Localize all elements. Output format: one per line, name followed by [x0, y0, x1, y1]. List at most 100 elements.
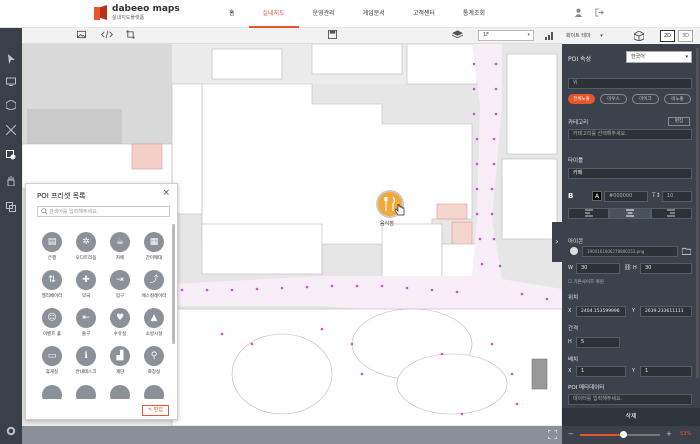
- copy-icon[interactable]: [5, 202, 17, 214]
- poi-tool-icon[interactable]: [5, 150, 17, 162]
- preset-info-desk[interactable]: ℹ 안내데스크: [71, 346, 101, 381]
- preset-stall[interactable]: ▦ 간이매대: [139, 232, 169, 267]
- edit-button[interactable]: ✎ 편집: [142, 405, 169, 416]
- nav-stats[interactable]: 통계조회: [449, 0, 499, 28]
- delete-button[interactable]: 삭제: [562, 408, 700, 426]
- theme-select[interactable]: 화이트 테마 ▾: [566, 31, 626, 41]
- transform-icon[interactable]: [5, 124, 17, 137]
- search-placeholder: 검색어를 입력해주세요.: [49, 209, 99, 215]
- y-label: Y: [632, 308, 636, 314]
- preset-lounge[interactable]: ▭ 휴게실: [37, 346, 67, 381]
- view-2d-button[interactable]: 2D: [660, 30, 675, 42]
- icon-preview: [570, 247, 578, 255]
- height-label: H: [633, 265, 637, 271]
- width-input[interactable]: 30: [576, 263, 620, 274]
- preset-nursing[interactable]: ♥ 수유실: [105, 308, 135, 343]
- nav-operations[interactable]: 운영관리: [299, 0, 349, 28]
- preset-cafe[interactable]: ☕ 카페: [105, 232, 135, 267]
- font-size-input[interactable]: 10: [662, 191, 692, 202]
- reset-size-option[interactable]: ☐ 기본사이즈 복원: [568, 279, 604, 285]
- icon-file-input[interactable]: 1904161606278800153.png: [582, 246, 678, 257]
- save-icon[interactable]: [328, 30, 337, 41]
- search-input[interactable]: 검색어를 입력해주세요.: [37, 206, 170, 217]
- preset-entrance[interactable]: ⇥ 입구: [105, 270, 135, 305]
- tag-hidden-button[interactable]: 비노출: [664, 94, 691, 104]
- hand-icon[interactable]: [5, 176, 17, 188]
- tag-mouse-button[interactable]: 마우스: [600, 94, 627, 104]
- position-x-input[interactable]: 2404.153599996: [576, 306, 626, 317]
- folder-icon[interactable]: [681, 247, 692, 257]
- close-icon[interactable]: ×: [162, 188, 170, 198]
- lounge-icon: ▭: [42, 346, 62, 366]
- fit-screen-icon[interactable]: [547, 429, 558, 441]
- align-center-icon[interactable]: [609, 208, 651, 219]
- tag-mic-button[interactable]: 마이크: [632, 94, 659, 104]
- category-edit-button[interactable]: 편집: [668, 117, 690, 126]
- floor-select[interactable]: 1F ▾: [478, 30, 534, 41]
- preset-exit[interactable]: ⇤ 출구: [71, 308, 101, 343]
- preset-fire[interactable]: ▲ 소방시설: [139, 308, 169, 343]
- view-3d-button[interactable]: 3D: [678, 30, 693, 42]
- text-color-swatch[interactable]: A: [592, 191, 602, 201]
- nav-support[interactable]: 고객센터: [399, 0, 449, 28]
- scale-x-label: X: [568, 368, 572, 374]
- preset-escalator[interactable]: ⤴ 에스컬레이터: [139, 270, 169, 305]
- zoom-out-icon[interactable]: −: [568, 430, 574, 438]
- signal-bars-icon[interactable]: [545, 30, 555, 42]
- text-color-input[interactable]: #000000: [604, 191, 648, 202]
- language-select[interactable]: 한국어 ▾: [626, 51, 692, 63]
- align-right-icon[interactable]: [650, 208, 692, 219]
- poi-preset-panel: POI 프리셋 목록 × 검색어를 입력해주세요. ▤ 은행 ✲ 오디트리움 ☕ 카페…: [25, 183, 178, 420]
- monitor-icon[interactable]: [5, 77, 17, 89]
- nav-indoor-map[interactable]: 실내지도: [248, 0, 299, 28]
- event-icon: ☺: [42, 308, 62, 328]
- zoom-slider[interactable]: [580, 431, 660, 438]
- preset-stairs[interactable]: ▟ 계단: [105, 346, 135, 381]
- align-left-icon[interactable]: [568, 208, 610, 219]
- logout-icon[interactable]: [595, 8, 604, 20]
- fire-icon: ▲: [144, 308, 164, 328]
- user-icon[interactable]: [574, 8, 583, 20]
- layers-icon[interactable]: [451, 30, 464, 42]
- category-title: 카테고리: [568, 120, 589, 126]
- link-icon[interactable]: ⛓: [624, 264, 632, 271]
- search-icon: [41, 208, 48, 217]
- zoom-slider-handle[interactable]: [620, 431, 627, 438]
- preset-auditorium[interactable]: ✲ 오디트리움: [71, 232, 101, 267]
- info-icon: ℹ: [76, 346, 96, 366]
- selected-poi-marker[interactable]: [376, 190, 405, 218]
- scale-x-input[interactable]: 1: [576, 366, 626, 377]
- cube-icon[interactable]: [5, 99, 17, 112]
- nav-docs[interactable]: 게임문서: [349, 0, 399, 28]
- right-panel-collapse-tab[interactable]: ›: [552, 222, 562, 262]
- preset-event-hall[interactable]: ☺ 이벤트 홀: [37, 308, 67, 343]
- nav-home[interactable]: 홈: [215, 0, 249, 28]
- poi-meta-label: POI 메타데이터: [568, 385, 605, 391]
- zoom-in-icon[interactable]: +: [666, 430, 672, 438]
- title-input[interactable]: 카페: [568, 168, 692, 179]
- code-icon[interactable]: [100, 30, 114, 41]
- preset-restroom[interactable]: ⚲ 화장실: [139, 346, 169, 381]
- preset-pharmacy[interactable]: ✚ 약국: [71, 270, 101, 305]
- height-input[interactable]: 30: [640, 263, 692, 274]
- properties-scrollbar[interactable]: [696, 48, 699, 378]
- properties-panel: 화이트 테마 ▾ 2D 3D POI 속성 한국어 ▾ 위 전체노출 마우스 마…: [562, 28, 700, 444]
- image-icon[interactable]: [77, 30, 86, 41]
- crop-icon[interactable]: [126, 30, 135, 41]
- scale-y-input[interactable]: 1: [640, 366, 692, 377]
- cube-3d-icon[interactable]: [633, 30, 645, 43]
- pointer-icon[interactable]: [5, 54, 17, 66]
- preset-elevator[interactable]: ⇅ 엘리베이터: [37, 270, 67, 305]
- category-select[interactable]: 카테고리를 선택해주세요.: [568, 129, 692, 140]
- position-y-input[interactable]: 2639.233611111: [640, 306, 692, 317]
- spacing-h-input[interactable]: 5: [576, 337, 620, 348]
- tag-all-button[interactable]: 전체노출: [568, 94, 595, 104]
- poi-meta-input[interactable]: 데이터를 입력해주세요.: [568, 394, 692, 405]
- bold-toggle[interactable]: B: [568, 192, 573, 200]
- panel-scrollbar[interactable]: [172, 224, 175, 344]
- brand-name: dabeeo maps: [112, 4, 180, 14]
- visibility-select[interactable]: 위: [568, 78, 692, 89]
- logo[interactable]: dabeeo maps 실내지도플랫폼: [94, 5, 180, 21]
- settings-gear-icon[interactable]: [5, 426, 17, 438]
- preset-bank[interactable]: ▤ 은행: [37, 232, 67, 267]
